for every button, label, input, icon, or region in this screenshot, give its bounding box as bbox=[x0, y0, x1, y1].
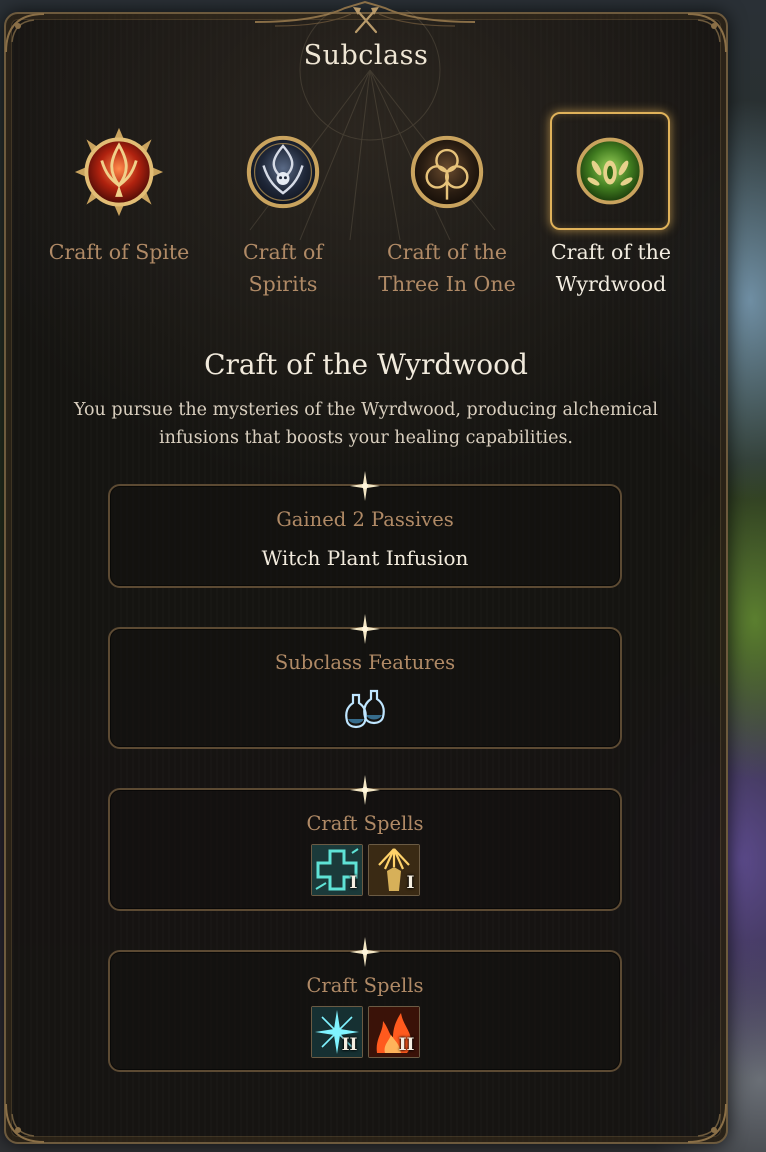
section-heading: Craft Spells bbox=[306, 812, 424, 835]
subclass-label: Craft of the Wyrdwood bbox=[550, 240, 672, 296]
craft-spells-section-1: Craft Spells I I bbox=[108, 775, 622, 911]
subclass-features-section: Subclass Features bbox=[108, 614, 622, 749]
subclass-option-three-in-one[interactable]: Craft of the Three In One bbox=[372, 112, 522, 312]
flame-spell-icon[interactable]: II bbox=[367, 1006, 420, 1058]
potion-bottles-icon[interactable] bbox=[339, 685, 391, 737]
star-ornament-icon bbox=[350, 937, 380, 967]
passives-section: Gained 2 Passives Witch Plant Infusion bbox=[108, 471, 622, 588]
spite-emblem-icon bbox=[71, 124, 167, 220]
wyrdwood-emblem-icon bbox=[550, 112, 670, 230]
star-ornament-icon bbox=[350, 471, 380, 501]
subclass-option-spite[interactable]: Craft of Spite bbox=[44, 112, 194, 312]
subclass-description: You pursue the mysteries of the Wyrdwood… bbox=[73, 400, 659, 448]
subclass-detail-title: Craft of the Wyrdwood bbox=[204, 348, 528, 381]
teal-cross-spell-icon[interactable]: I bbox=[310, 844, 363, 896]
spell-level: II bbox=[398, 1035, 415, 1055]
passive-name[interactable]: Witch Plant Infusion bbox=[110, 546, 620, 570]
spell-level: II bbox=[341, 1035, 358, 1055]
section-heading: Craft Spells bbox=[306, 974, 424, 997]
star-ornament-icon bbox=[350, 614, 380, 644]
page-title: Subclass bbox=[303, 40, 429, 71]
subclass-label: Craft of Spite bbox=[48, 240, 190, 264]
subclass-option-wyrdwood[interactable]: Craft of the Wyrdwood bbox=[536, 112, 686, 312]
subclass-option-spirits[interactable]: Craft of Spirits bbox=[208, 112, 358, 312]
three-in-one-emblem-icon bbox=[399, 124, 495, 220]
spell-level: I bbox=[406, 873, 415, 893]
cyan-starburst-spell-icon[interactable]: II bbox=[310, 1006, 363, 1058]
golden-radiance-spell-icon[interactable]: I bbox=[367, 844, 420, 896]
spirits-emblem-icon bbox=[235, 124, 331, 220]
subclass-label: Craft of Spirits bbox=[243, 240, 323, 296]
star-ornament-icon bbox=[350, 775, 380, 805]
section-heading: Subclass Features bbox=[274, 651, 456, 674]
section-heading: Gained 2 Passives bbox=[276, 508, 454, 531]
spell-level: I bbox=[349, 873, 358, 893]
craft-spells-section-2: Craft Spells II II bbox=[108, 937, 622, 1072]
corner-ornament-bottom-right bbox=[668, 1084, 728, 1144]
corner-ornament-bottom-left bbox=[4, 1084, 64, 1144]
crossed-axes-icon bbox=[350, 5, 382, 35]
subclass-label: Craft of the Three In One bbox=[378, 240, 516, 296]
